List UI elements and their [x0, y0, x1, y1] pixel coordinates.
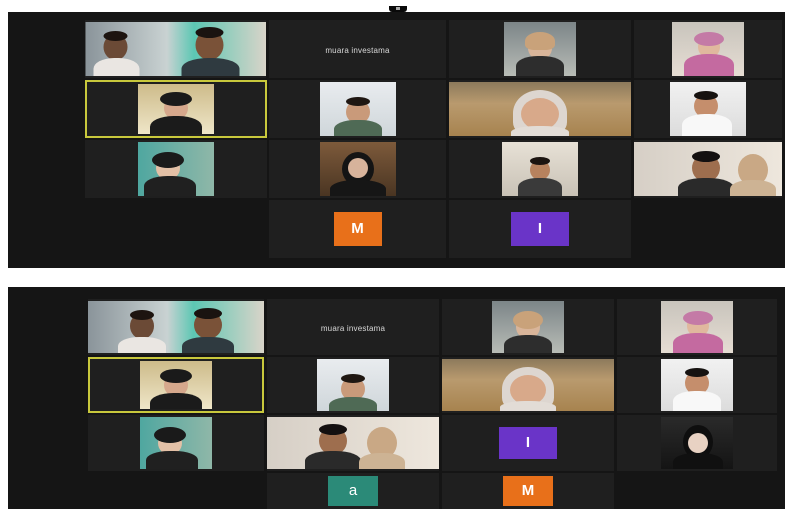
- participant-tile[interactable]: muara investama: [269, 20, 446, 78]
- participant-tile[interactable]: [442, 299, 614, 355]
- participant-tile[interactable]: [634, 140, 782, 198]
- video-call-gallery-top: muara investama M I: [8, 12, 785, 268]
- participant-tile-video-off[interactable]: M: [269, 200, 446, 258]
- participant-tile[interactable]: [449, 140, 631, 198]
- participant-avatar-initial: a: [328, 476, 378, 506]
- participant-tile-active-speaker[interactable]: [85, 80, 267, 138]
- participant-video: [319, 82, 396, 136]
- participant-video: [319, 142, 396, 196]
- participant-avatar-initial: M: [503, 476, 553, 506]
- participant-tile-video-off[interactable]: I: [442, 415, 614, 471]
- participant-tile-active-speaker[interactable]: [88, 357, 264, 413]
- participant-video: [502, 142, 578, 196]
- participant-tile[interactable]: [617, 415, 777, 471]
- participant-tile[interactable]: [85, 140, 267, 198]
- participant-video: [317, 359, 389, 411]
- participant-tile[interactable]: [88, 415, 264, 471]
- participant-tile[interactable]: [88, 299, 264, 355]
- participant-video: [492, 301, 564, 353]
- participant-video: [442, 359, 614, 411]
- participant-display-name: muara investama: [320, 323, 386, 333]
- participant-video: [504, 22, 576, 76]
- participant-tile[interactable]: [85, 20, 266, 78]
- participant-video: [88, 301, 264, 353]
- participant-video: [634, 142, 782, 196]
- participant-tile-video-off[interactable]: a: [267, 473, 439, 509]
- participant-avatar-initial: I: [499, 427, 557, 459]
- participant-video: [661, 301, 733, 353]
- participant-video: [267, 417, 439, 469]
- participant-display-name: muara investama: [325, 45, 390, 55]
- participant-video: [85, 22, 266, 76]
- participant-tile[interactable]: [267, 415, 439, 471]
- participant-video: [140, 417, 212, 469]
- participant-tile-video-off[interactable]: I: [449, 200, 631, 258]
- participant-video: [672, 22, 744, 76]
- participant-tile[interactable]: [267, 357, 439, 413]
- participant-video: [138, 84, 214, 134]
- participant-tile[interactable]: [449, 80, 631, 138]
- participant-tile[interactable]: [634, 20, 782, 78]
- participant-video: [661, 417, 733, 469]
- participant-avatar-initial: M: [333, 212, 382, 246]
- participant-video: [140, 361, 212, 409]
- participant-tile[interactable]: [269, 80, 446, 138]
- participant-tile[interactable]: [269, 140, 446, 198]
- participant-tile[interactable]: muara investama: [267, 299, 439, 355]
- participant-video: [670, 82, 746, 136]
- participant-video: [449, 82, 631, 136]
- participant-tile[interactable]: [449, 20, 631, 78]
- participant-tile[interactable]: [634, 80, 782, 138]
- video-call-gallery-bottom: muara investama I a M: [8, 287, 785, 509]
- participant-tile[interactable]: [617, 299, 777, 355]
- participant-avatar-initial: I: [511, 212, 569, 246]
- participant-tile[interactable]: [442, 357, 614, 413]
- participant-tile-video-off[interactable]: M: [442, 473, 614, 509]
- participant-tile[interactable]: [617, 357, 777, 413]
- participant-video: [661, 359, 733, 411]
- participant-video: [138, 142, 214, 196]
